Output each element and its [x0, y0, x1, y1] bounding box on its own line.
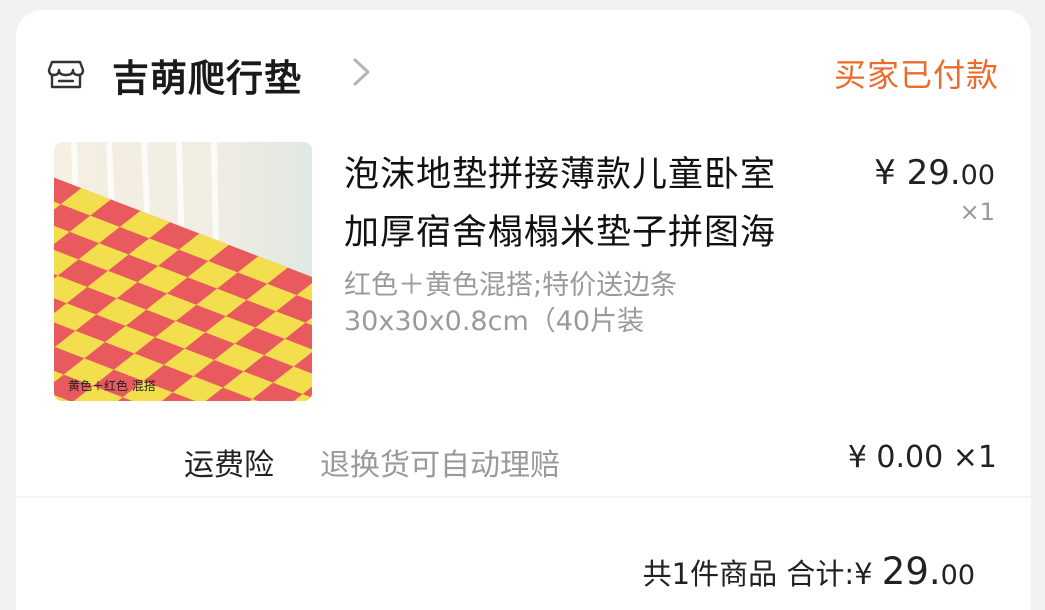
order-status: 买家已付款	[833, 56, 999, 94]
product-title-line2: 加厚宿舍榻榻米垫子拼图海	[344, 213, 777, 253]
total-decimal: 00	[940, 560, 975, 591]
product-image[interactable]: 黄色＋红色 混搭	[54, 142, 312, 401]
total-label: 合计:	[786, 557, 855, 591]
store-icon	[47, 60, 85, 89]
insurance-price: ¥ 0.00 ×1	[847, 440, 997, 475]
insurance-desc: 退换货可自动理赔	[320, 448, 560, 483]
image-caption: 黄色＋红色 混搭	[68, 379, 156, 393]
product-quantity: ×1	[959, 198, 995, 226]
product-specs: 红色＋黄色混搭;特价送边条 30x30x0.8cm（40片装	[344, 268, 764, 340]
total-integer: 29.	[881, 550, 941, 593]
divider	[16, 496, 1031, 498]
spec-line1: 红色＋黄色混搭;特价送边条	[344, 270, 678, 301]
price-decimal: 00	[960, 160, 995, 191]
item-count: 共1件商品	[642, 557, 778, 591]
order-total: 共1件商品 合计:¥ 29.00	[643, 550, 975, 593]
product-title-line1: 泡沫地垫拼接薄款儿童卧室	[344, 155, 777, 195]
store-header[interactable]: 吉萌爬行垫 买家已付款	[16, 10, 1031, 128]
chevron-right-icon[interactable]	[346, 54, 376, 90]
total-currency: ¥	[854, 557, 882, 591]
product-price: ¥ 29.00	[874, 153, 995, 193]
store-name[interactable]: 吉萌爬行垫	[112, 48, 302, 102]
order-card: 吉萌爬行垫 买家已付款 黄色＋红色 混搭 泡沫地垫拼接薄款儿童卧室 加厚宿舍榻榻…	[16, 10, 1031, 610]
product-title[interactable]: 泡沫地垫拼接薄款儿童卧室 加厚宿舍榻榻米垫子拼图海	[344, 146, 849, 262]
price-integer: ¥ 29.	[874, 153, 961, 193]
insurance-label: 运费险	[184, 448, 274, 483]
spec-line2: 30x30x0.8cm（40片装	[344, 306, 645, 337]
